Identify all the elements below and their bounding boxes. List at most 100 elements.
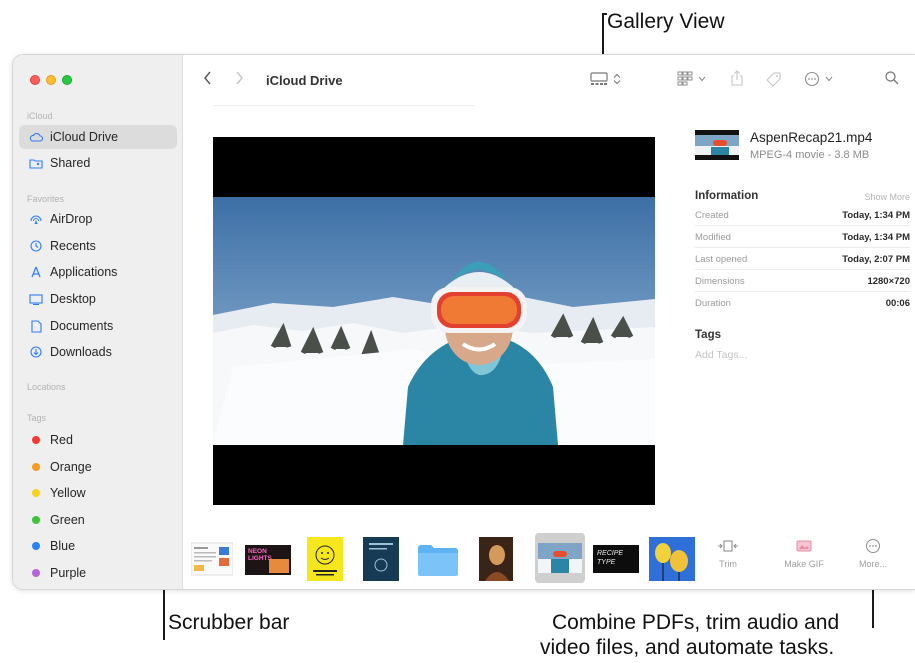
back-button[interactable] bbox=[203, 71, 212, 85]
trim-icon bbox=[717, 533, 739, 559]
neon-thumb-shape bbox=[269, 559, 289, 573]
chevron-left-icon bbox=[204, 71, 211, 85]
scrubber-thumb-neon-lights[interactable]: NEON LIGHTS bbox=[245, 545, 291, 575]
scrubber-thumb-portrait[interactable] bbox=[479, 537, 513, 581]
sidebar-item-shared[interactable]: Shared bbox=[19, 151, 177, 175]
cloud-icon bbox=[29, 132, 43, 142]
info-key: Last opened bbox=[695, 253, 748, 265]
zoom-window-button[interactable] bbox=[62, 75, 72, 85]
sidebar-item-downloads[interactable]: Downloads bbox=[19, 340, 177, 364]
scrubber-thumb-type[interactable]: RECIPE TYPE bbox=[593, 545, 639, 573]
share-button[interactable] bbox=[731, 70, 743, 86]
group-icon bbox=[677, 71, 693, 86]
clock-icon bbox=[29, 240, 43, 252]
chevron-down-icon bbox=[698, 76, 706, 81]
sidebar-item-label: Documents bbox=[50, 319, 114, 333]
sidebar-tag-orange[interactable]: Orange bbox=[19, 455, 177, 479]
info-row-created: Created Today, 1:34 PM bbox=[695, 205, 910, 226]
info-value: 00:06 bbox=[885, 298, 910, 309]
sidebar-item-label: Blue bbox=[50, 539, 76, 553]
forward-button[interactable] bbox=[235, 71, 244, 85]
sidebar-tag-red[interactable]: Red bbox=[19, 428, 177, 452]
sidebar-item-applications[interactable]: Applications bbox=[19, 260, 177, 284]
action-label: Trim bbox=[719, 559, 737, 569]
show-more-link[interactable]: Show More bbox=[864, 192, 910, 202]
minimize-window-button[interactable] bbox=[46, 75, 56, 85]
share-icon bbox=[731, 70, 743, 86]
scrubber-bar: NEON LIGHTS RECIPE TYPE bbox=[183, 529, 703, 589]
media-preview[interactable] bbox=[213, 137, 655, 505]
tags-heading: Tags bbox=[695, 329, 721, 341]
scrubber-thumb-yellow-poster[interactable] bbox=[307, 537, 343, 581]
tag-dot-blue bbox=[32, 542, 40, 550]
information-heading: Information bbox=[695, 190, 759, 202]
sidebar-tag-blue[interactable]: Blue bbox=[19, 534, 177, 558]
document-icon bbox=[29, 319, 43, 333]
section-title-locations: Locations bbox=[27, 382, 66, 392]
action-label: Make GIF bbox=[784, 559, 824, 569]
scrubber-thumb-balloons[interactable] bbox=[649, 537, 695, 581]
sidebar-tag-yellow[interactable]: Yellow bbox=[19, 481, 177, 505]
info-key: Dimensions bbox=[695, 275, 745, 287]
chevron-right-icon bbox=[236, 71, 243, 85]
scrubber-thumb-document[interactable] bbox=[191, 539, 233, 579]
callout-scrubber-bar: Scrubber bar bbox=[168, 611, 290, 634]
tag-icon bbox=[766, 72, 781, 87]
sidebar-item-airdrop[interactable]: AirDrop bbox=[19, 207, 177, 231]
file-name: AspenRecap21.mp4 bbox=[750, 130, 873, 145]
quick-action-trim[interactable]: Trim bbox=[713, 533, 743, 589]
search-icon bbox=[885, 71, 899, 85]
tag-dot-green bbox=[32, 516, 40, 524]
file-kind: MPEG-4 movie - 3.8 MB bbox=[750, 149, 870, 161]
ellipsis-circle-icon bbox=[804, 71, 820, 87]
sidebar-tag-purple[interactable]: Purple bbox=[19, 561, 177, 585]
file-thumbnail bbox=[695, 130, 739, 160]
info-value: 1280×720 bbox=[867, 275, 910, 287]
sidebar-item-desktop[interactable]: Desktop bbox=[19, 287, 177, 311]
airdrop-icon bbox=[29, 213, 43, 225]
sidebar: iCloud iCloud Drive Shared Favorites Air… bbox=[13, 55, 183, 589]
toolbar-divider bbox=[214, 105, 474, 106]
action-menu-button[interactable] bbox=[804, 71, 833, 87]
callout-actions-line1: Combine PDFs, trim audio and bbox=[552, 611, 840, 634]
action-label: More... bbox=[858, 559, 887, 569]
sidebar-item-label: Downloads bbox=[50, 345, 112, 359]
info-key: Modified bbox=[695, 231, 731, 243]
video-frame-image bbox=[213, 137, 655, 505]
window-title: iCloud Drive bbox=[266, 73, 343, 88]
sidebar-item-label: Recents bbox=[50, 239, 96, 253]
applications-icon bbox=[29, 266, 43, 278]
sidebar-item-label: AirDrop bbox=[50, 212, 93, 226]
tag-dot-yellow bbox=[32, 489, 40, 497]
group-button[interactable] bbox=[677, 71, 706, 86]
sidebar-item-label: Red bbox=[50, 433, 73, 447]
sidebar-item-label: Applications bbox=[50, 265, 118, 279]
search-button[interactable] bbox=[885, 71, 899, 85]
shared-folder-icon bbox=[29, 158, 43, 169]
sidebar-tag-green[interactable]: Green bbox=[19, 508, 177, 532]
sidebar-item-label: iCloud Drive bbox=[50, 130, 119, 144]
view-mode-button[interactable] bbox=[590, 72, 621, 86]
tag-button[interactable] bbox=[766, 71, 782, 87]
scrubber-thumb-folder[interactable] bbox=[417, 543, 459, 577]
scrubber-thumb-selected-video[interactable] bbox=[535, 533, 585, 583]
sidebar-item-icloud-drive[interactable]: iCloud Drive bbox=[19, 125, 177, 149]
info-row-dimensions: Dimensions 1280×720 bbox=[695, 271, 910, 292]
tag-dot-purple bbox=[32, 569, 40, 577]
scrubber-thumb-book[interactable] bbox=[363, 537, 399, 581]
add-tags-field[interactable]: Add Tags... bbox=[695, 349, 747, 361]
type-thumb-text: RECIPE TYPE bbox=[597, 550, 624, 566]
sidebar-item-label: Orange bbox=[50, 460, 92, 474]
quick-action-more[interactable]: More... bbox=[853, 533, 893, 589]
chevron-updown-icon bbox=[613, 73, 621, 85]
close-window-button[interactable] bbox=[30, 75, 40, 85]
callout-actions-line2: video files, and automate tasks. bbox=[540, 636, 835, 659]
download-icon bbox=[29, 346, 43, 358]
info-row-last-opened: Last opened Today, 2:07 PM bbox=[695, 249, 910, 270]
quick-action-make-gif[interactable]: Make GIF bbox=[779, 533, 829, 589]
sidebar-item-recents[interactable]: Recents bbox=[19, 234, 177, 258]
make-gif-icon bbox=[796, 533, 812, 559]
sidebar-item-documents[interactable]: Documents bbox=[19, 314, 177, 338]
sidebar-item-label: Yellow bbox=[50, 486, 86, 500]
sidebar-item-label: Green bbox=[50, 513, 85, 527]
